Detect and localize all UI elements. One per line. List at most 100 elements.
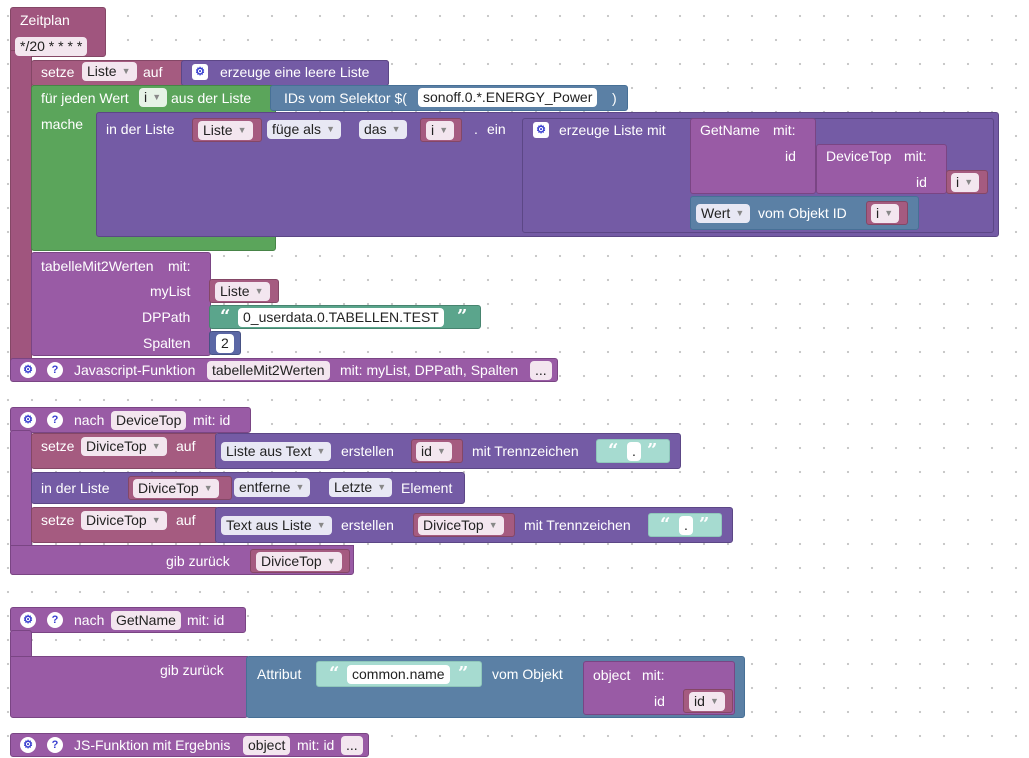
chevron-down-icon: ▼ [735,208,745,218]
object-arg-dropdown[interactable]: id ▼ [689,692,725,711]
selector-keyword: IDs vom Selektor $( [284,90,407,106]
gear-icon[interactable]: ⚙ [20,412,36,428]
set2-var-dropdown[interactable]: DiviceTop ▼ [81,511,167,530]
set2-arg-dropdown[interactable]: DiviceTop ▼ [418,516,504,535]
chevron-down-icon: ▼ [439,125,449,135]
remove-op-dropdown[interactable]: entferne ▼ [234,478,311,497]
remove-which-dropdown[interactable]: Letzte ▼ [329,478,393,497]
mylist-label: myList [150,283,191,299]
chevron-down-icon: ▼ [316,446,326,456]
js-result-function-more[interactable]: ... [341,736,363,755]
getname-return-kw: gib zurück [160,662,224,678]
set1-arg-dropdown[interactable]: id ▼ [416,442,452,461]
quote-open: “ [608,440,619,461]
remove-list-dropdown[interactable]: DiviceTop ▼ [133,479,219,498]
getname-fn-name[interactable]: GetName [111,611,181,630]
gear-icon[interactable]: ⚙ [20,362,36,378]
help-icon[interactable]: ? [47,362,63,378]
help-icon[interactable]: ? [47,612,63,628]
insert-in-keyword: ein [487,121,506,137]
gear-icon[interactable]: ⚙ [20,737,36,753]
devicetop-fn-name[interactable]: DeviceTop [111,411,187,430]
cron-field[interactable]: */20 * * * * [15,37,88,56]
set2-sep-input[interactable]: . [679,516,693,535]
js-result-function-name[interactable]: object [243,736,291,755]
selector-input[interactable]: sonoff.0.*.ENERGY_Power [418,88,598,107]
js-function-more[interactable]: ... [530,361,552,380]
gear-icon[interactable]: ⚙ [20,612,36,628]
insert-dot: . [474,121,478,137]
mylist-dropdown[interactable]: Liste ▼ [215,282,270,301]
schedule-body [10,50,32,380]
set-keyword: setze [41,64,75,80]
chevron-down-icon: ▼ [203,483,213,493]
insert-pos-dropdown[interactable]: das ▼ [359,120,407,139]
spalten-label: Spalten [143,335,191,351]
dppath-input[interactable]: 0_userdata.0.TABELLEN.TEST [238,308,444,327]
chevron-down-icon: ▼ [391,124,401,134]
chevron-down-icon: ▼ [709,696,719,706]
devicetop-fn-kw: nach [74,412,105,428]
value-prop-dropdown[interactable]: Wert ▼ [696,204,751,223]
insert-list-dropdown[interactable]: Liste ▼ [198,121,253,140]
insert-keyword: in der Liste [106,121,175,137]
attribute-input[interactable]: common.name [347,665,450,684]
chevron-down-icon: ▼ [884,208,894,218]
insert-mode-dropdown[interactable]: füge als ▼ [267,120,342,139]
set1-to-kw: auf [176,438,196,454]
chevron-down-icon: ▼ [377,482,387,492]
foreach-keyword: für jeden Wert [41,90,129,106]
create-list-with-label: erzeuge Liste mit [559,122,666,138]
attribute-kw: Attribut [257,666,302,682]
devicetop-return-kw: gib zurück [166,553,230,569]
quote-open: “ [220,306,231,327]
spalten-input[interactable]: 2 [216,334,234,353]
set1-var-dropdown[interactable]: DiviceTop ▼ [81,437,167,456]
return-var-dropdown[interactable]: DiviceTop ▼ [256,552,342,571]
devicetop-call-id-label: id [916,174,927,190]
getname-call-name: GetName [700,122,760,138]
set1-kw: setze [41,438,75,454]
js-result-function-params: mit: id [297,737,335,753]
set1-sep-input[interactable]: . [627,442,641,461]
foreach-var-dropdown[interactable]: i ▼ [139,88,168,107]
foreach-do-keyword: mache [41,116,84,132]
help-icon[interactable]: ? [47,412,63,428]
chevron-down-icon: ▼ [488,520,498,530]
text-from-list-dropdown[interactable]: Text aus Liste ▼ [221,516,332,535]
value-var-dropdown[interactable]: i ▼ [871,204,900,223]
quote-close: ” [458,663,469,684]
quote-open: “ [329,663,340,684]
js-function-params: mit: myList, DPPath, Spalten [340,362,519,378]
chevron-down-icon: ▼ [964,177,974,187]
chevron-down-icon: ▼ [295,482,305,492]
of-object-kw: vom Objekt [492,666,563,682]
dppath-label: DPPath [142,309,191,325]
getname-fn-params: mit: id [187,612,225,628]
var-liste-dropdown[interactable]: Liste ▼ [82,62,137,81]
chevron-down-icon: ▼ [121,66,131,76]
schedule-title: Zeitplan [20,12,70,28]
js-result-function-label: JS-Funktion mit Ergebnis [74,737,231,753]
devicetop-arg-dropdown[interactable]: i ▼ [951,173,980,192]
help-icon[interactable]: ? [47,737,63,753]
chevron-down-icon: ▼ [254,286,264,296]
chevron-down-icon: ▼ [237,125,247,135]
quote-close: ” [699,514,710,535]
insert-index-dropdown[interactable]: i ▼ [426,121,455,140]
object-call-mit: mit: [642,667,665,683]
list-from-text-dropdown[interactable]: Liste aus Text ▼ [221,442,332,461]
chevron-down-icon: ▼ [326,124,336,134]
set2-create-kw: erstellen [341,517,394,533]
selector-close: ) [612,90,617,106]
getname-call-mit: mit: [773,122,796,138]
gear-icon[interactable]: ⚙ [192,64,208,80]
set2-kw: setze [41,512,75,528]
set-to-keyword: auf [143,64,163,80]
remove-element-kw: Element [401,480,453,496]
js-function-label: Javascript-Funktion [74,362,196,378]
js-function-name[interactable]: tabelleMit2Werten [207,361,330,380]
chevron-down-icon: ▼ [316,520,326,530]
gear-icon[interactable]: ⚙ [533,122,549,138]
chevron-down-icon: ▼ [326,556,336,566]
